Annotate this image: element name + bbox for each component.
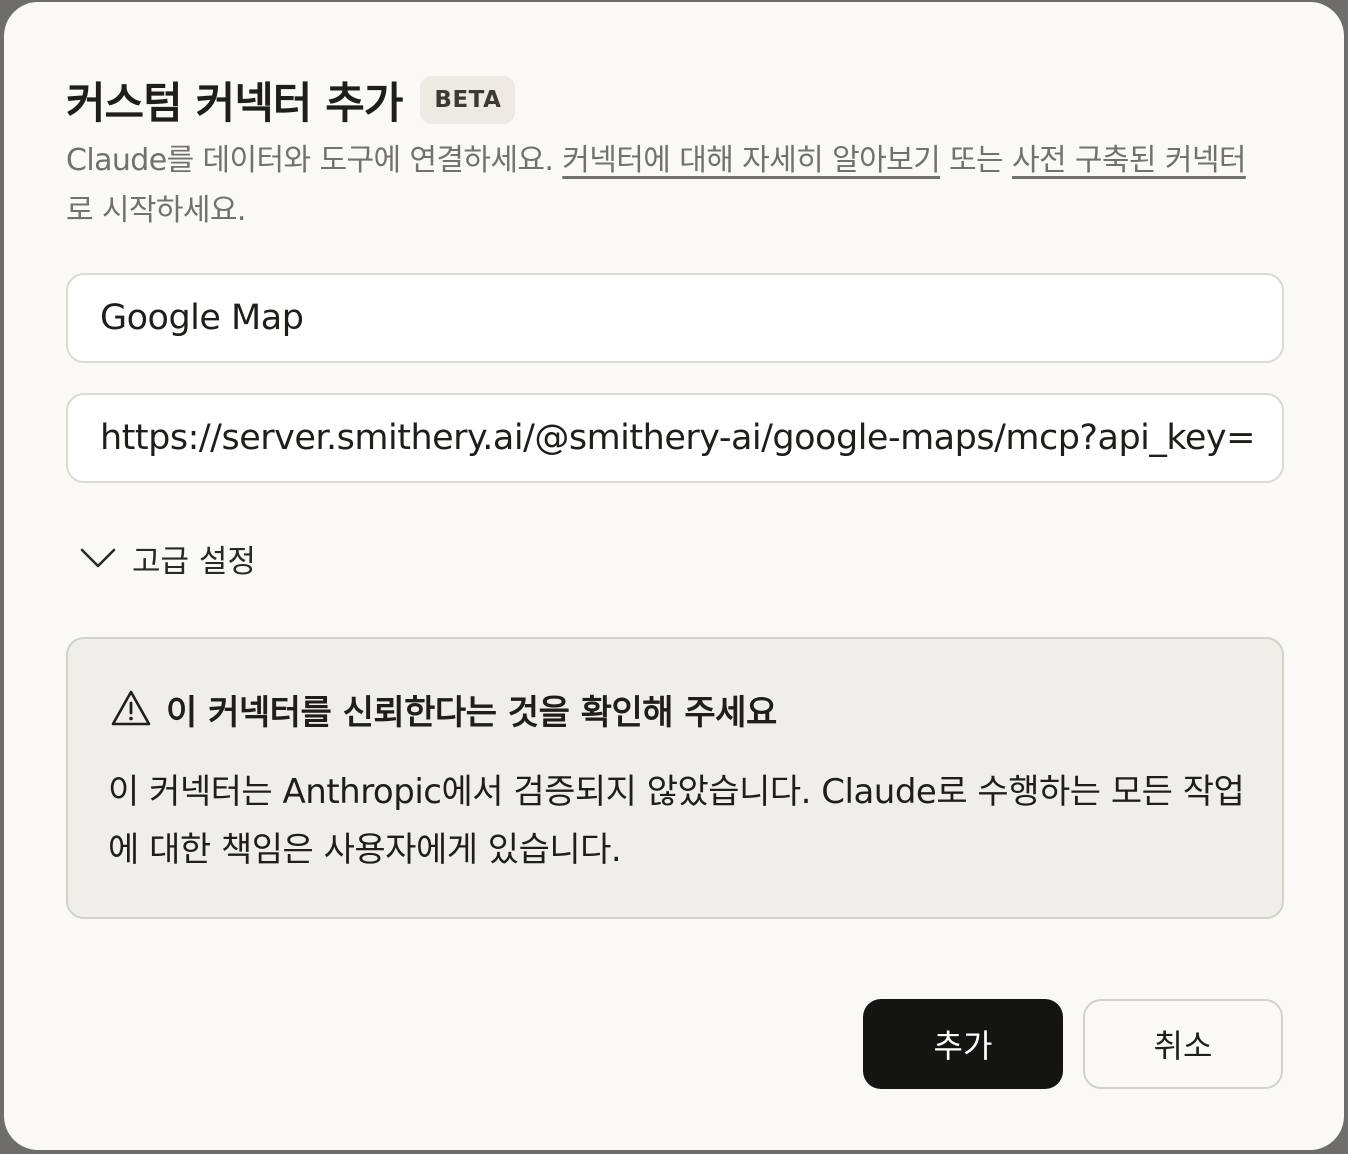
advanced-settings-label: 고급 설정 [132,543,256,580]
connector-url-value: https://server.smithery.ai/@smithery-ai/… [100,418,1252,458]
add-custom-connector-dialog: 커스텀 커넥터 추가 BETA Claude를 데이터와 도구에 연결하세요. … [4,2,1344,1150]
warning-body: 이 커넥터는 Anthropic에서 검증되지 않았습니다. Claude로 수… [108,772,1245,870]
description-prefix: Claude를 데이터와 도구에 연결하세요. [66,143,563,178]
warning-header: 이 커넥터를 신뢰한다는 것을 확인해 주세요 [110,685,777,734]
connector-url-input[interactable]: https://server.smithery.ai/@smithery-ai/… [66,393,1284,483]
chevron-down-icon [78,538,118,578]
prebuilt-connectors-link[interactable]: 사전 구축된 커넥터 [1012,143,1246,178]
warning-triangle-icon [110,689,152,731]
connector-name-input[interactable]: Google Map [66,273,1284,363]
add-button[interactable]: 추가 [863,999,1063,1089]
dialog-description: Claude를 데이터와 도구에 연결하세요. 커넥터에 대해 자세히 알아보기… [66,136,1266,236]
warning-title: 이 커넥터를 신뢰한다는 것을 확인해 주세요 [166,693,777,733]
dialog-header: 커스텀 커넥터 추가 BETA [66,72,516,129]
cancel-button[interactable]: 취소 [1083,999,1283,1089]
description-middle: 또는 [940,143,1012,178]
trust-warning-box: 이 커넥터를 신뢰한다는 것을 확인해 주세요 이 커넥터는 Anthropic… [66,637,1284,919]
beta-badge: BETA [420,76,516,124]
learn-more-link[interactable]: 커넥터에 대해 자세히 알아보기 [562,143,940,178]
connector-name-value: Google Map [100,298,304,338]
dialog-title: 커스텀 커넥터 추가 [66,79,403,129]
advanced-settings-toggle[interactable]: 고급 설정 [78,532,256,584]
description-suffix: 로 시작하세요. [66,193,246,228]
